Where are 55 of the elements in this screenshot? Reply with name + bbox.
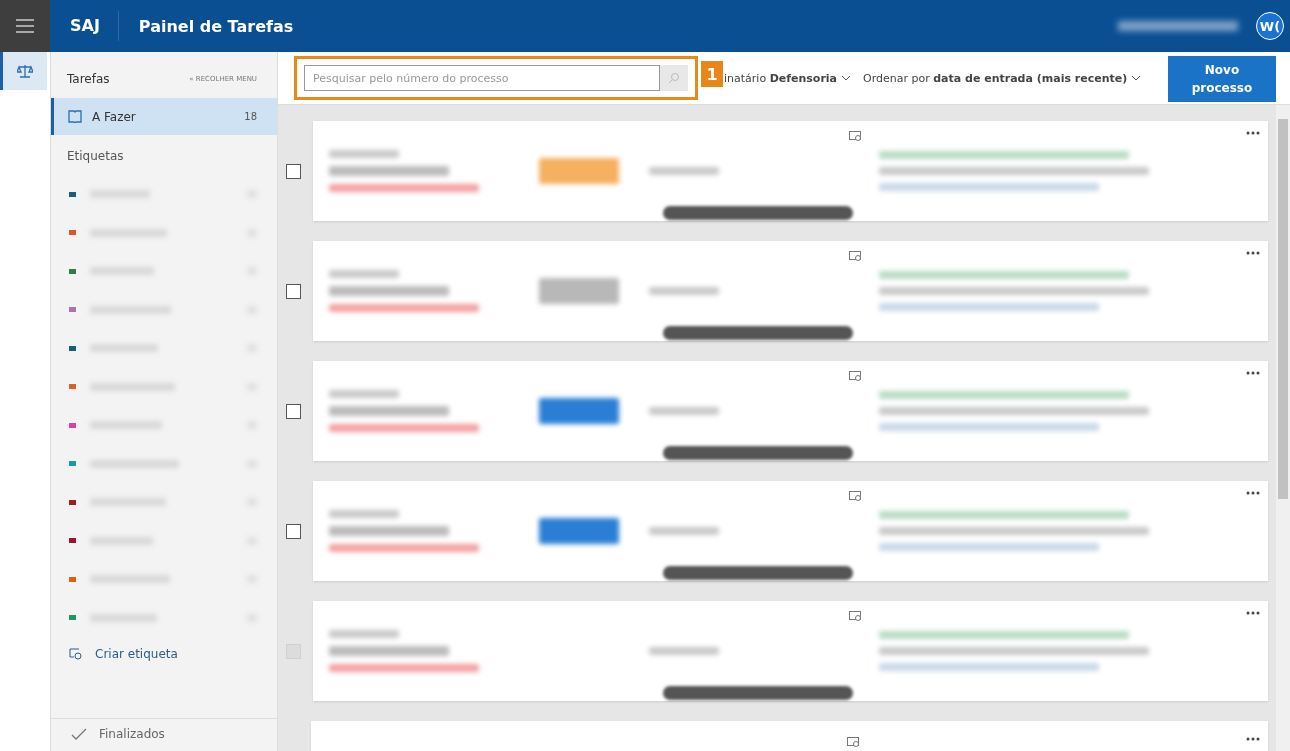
blurred-text — [649, 287, 719, 295]
blurred-text — [329, 390, 399, 398]
blurred-text — [329, 270, 399, 278]
scrollbar[interactable] — [1276, 105, 1290, 751]
nav-item[interactable]: A Fazer 18 — [51, 98, 277, 135]
finished-item[interactable]: Finalizados — [51, 718, 277, 751]
card-icon — [847, 737, 860, 747]
search-field[interactable]: Pesquisar pelo número do processo — [304, 65, 660, 91]
blurred-text — [649, 407, 719, 415]
checkbox[interactable] — [286, 523, 301, 539]
scales-icon — [17, 64, 33, 78]
new-process-button[interactable]: Novo processo — [1168, 56, 1276, 102]
tag-add-icon — [69, 648, 83, 660]
checkbox[interactable] — [286, 163, 301, 179]
blurred-text — [649, 527, 719, 535]
task-card[interactable] — [313, 361, 1268, 461]
checkbox[interactable] — [286, 283, 301, 299]
checkmark-icon — [71, 728, 87, 740]
brand-logo: SAJ — [50, 11, 119, 41]
search-icon — [668, 72, 680, 84]
more-icon[interactable] — [1246, 371, 1260, 375]
more-icon[interactable] — [1246, 131, 1260, 135]
blurred-text — [329, 510, 399, 518]
filter-dropdown[interactable]: Ordenar por data de entrada (mais recente) — [863, 71, 1142, 85]
section-title: Etiquetas — [66, 148, 125, 165]
scales-button[interactable] — [0, 52, 47, 90]
blurred-text — [649, 647, 719, 655]
task-card[interactable] — [313, 241, 1268, 341]
chevron-down-icon — [1131, 75, 1142, 81]
more-icon[interactable] — [1246, 737, 1260, 741]
create-tag-button[interactable]: Criar etiqueta — [51, 637, 277, 671]
page-title: Painel de Tarefas — [138, 16, 295, 36]
section-title: Tarefas — [67, 72, 110, 86]
user-avatar[interactable]: W( — [1256, 12, 1284, 40]
blurred-text — [329, 630, 399, 638]
card-icon — [849, 611, 862, 621]
card-icon — [849, 131, 862, 141]
menu-button[interactable] — [0, 0, 50, 52]
blurred-text — [649, 167, 719, 175]
book-icon — [68, 110, 82, 123]
blurred-text — [329, 150, 399, 158]
task-card[interactable] — [313, 481, 1268, 581]
card-icon — [849, 491, 862, 501]
task-card[interactable] — [313, 601, 1268, 701]
checkbox[interactable] — [286, 403, 301, 419]
chevron-down-icon — [841, 75, 852, 81]
filter-dropdown[interactable]: inatário Defensoria — [724, 71, 852, 85]
more-icon[interactable] — [1246, 251, 1260, 255]
task-card[interactable] — [313, 121, 1268, 221]
card-icon — [849, 371, 862, 381]
more-icon[interactable] — [1246, 611, 1260, 615]
menu-icon — [16, 19, 34, 33]
more-icon[interactable] — [1246, 491, 1260, 495]
callout-number: 1 — [701, 61, 723, 87]
card-icon — [849, 251, 862, 261]
